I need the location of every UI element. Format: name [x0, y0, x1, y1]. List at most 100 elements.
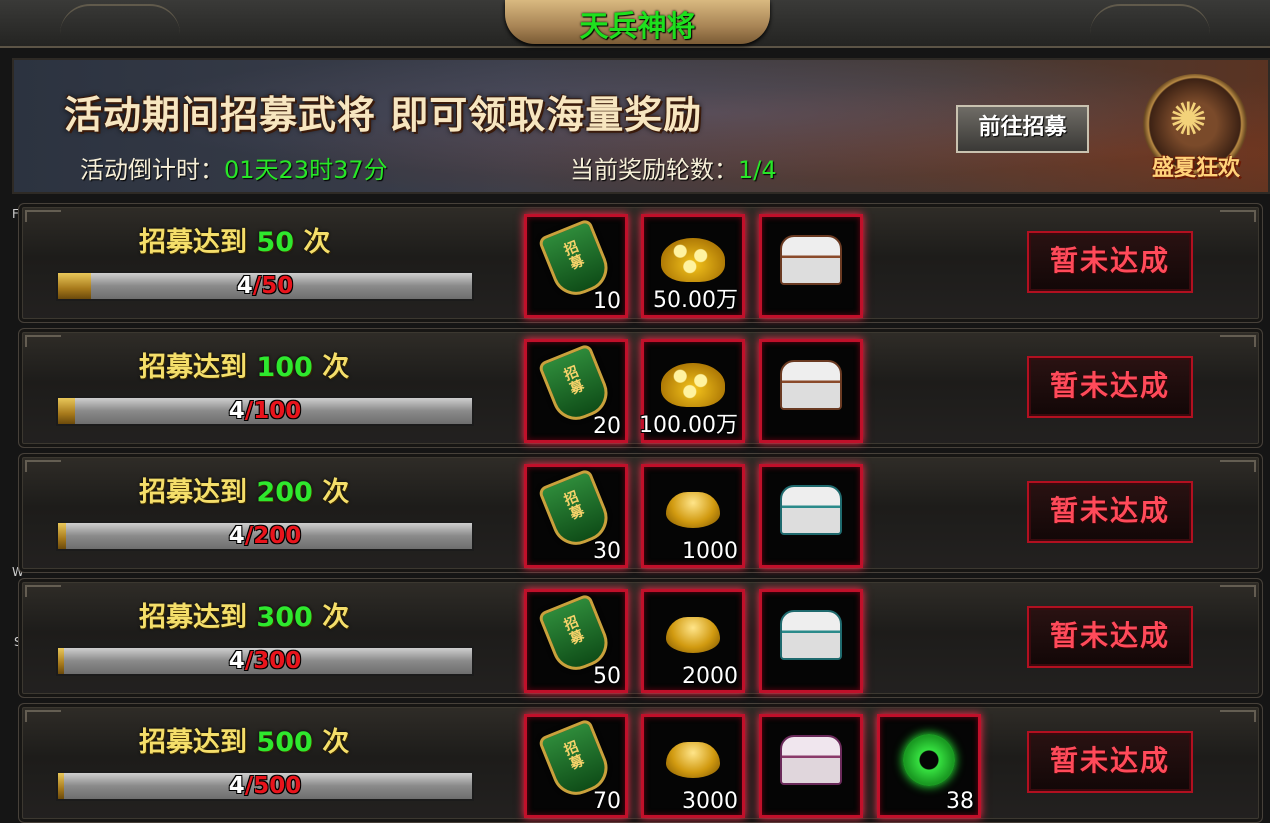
goal-count: 500: [256, 727, 313, 758]
gold-ingot-icon: [666, 617, 720, 654]
goal-suffix: 次: [322, 727, 350, 758]
claim-status-button[interactable]: 暂未达成: [1027, 356, 1193, 418]
progress-current: 4: [228, 773, 245, 799]
reward-quantity: 2000: [682, 664, 738, 689]
progress-bar: 4/50: [56, 271, 474, 301]
reward-quantity: 100.00万: [639, 413, 738, 438]
reward-quantity: 30: [593, 539, 621, 564]
goal-suffix: 次: [322, 477, 350, 508]
chest-icon: [780, 235, 842, 286]
goal-prefix: 招募达到: [139, 352, 247, 383]
title-bar: 天兵神将: [0, 0, 1270, 48]
claim-status-button[interactable]: 暂未达成: [1027, 231, 1193, 293]
progress-text: 4/200: [58, 523, 472, 549]
claim-status-button[interactable]: 暂未达成: [1027, 731, 1193, 793]
reward-quantity: 1000: [682, 539, 738, 564]
reward-quantity: 10: [593, 289, 621, 314]
chest-icon: [780, 485, 842, 536]
progress-target: 100: [253, 398, 302, 424]
goal-label: 招募达到 300 次: [139, 595, 439, 634]
reward-row: 招募达到 100 次 4/100 招募 20 100.00万 暂未达成: [18, 328, 1263, 448]
countdown-label: 活动倒计时：: [80, 156, 224, 184]
banner-headline: 活动期间招募武将 即可领取海量奖励: [64, 92, 703, 137]
goal-label: 招募达到 50 次: [139, 220, 439, 259]
title-ornament-left: [60, 4, 180, 42]
goal-prefix: 招募达到: [139, 227, 247, 258]
claim-status-button[interactable]: 暂未达成: [1027, 606, 1193, 668]
progress-current: 4: [228, 398, 245, 424]
progress-current: 4: [236, 273, 253, 299]
goal-suffix: 次: [303, 227, 331, 258]
gold-ingot-icon: [666, 742, 720, 779]
goal-suffix: 次: [322, 352, 350, 383]
progress-separator: /: [244, 523, 254, 549]
reward-slot[interactable]: 招募 30: [524, 464, 628, 568]
goal-count: 300: [256, 602, 313, 633]
progress-current: 4: [228, 523, 245, 549]
progress-separator: /: [244, 398, 254, 424]
reward-slot[interactable]: 招募 50: [524, 589, 628, 693]
reward-slot[interactable]: [759, 714, 863, 818]
progress-text: 4/50: [58, 273, 472, 299]
round-value: 1/4: [738, 156, 777, 184]
gold-ingot-icon: [666, 492, 720, 529]
goal-label: 招募达到 500 次: [139, 720, 439, 759]
reward-quantity: 50.00万: [653, 288, 738, 313]
goto-recruit-button[interactable]: 前往招募: [956, 105, 1089, 153]
goal-prefix: 招募达到: [139, 602, 247, 633]
progress-separator: /: [252, 273, 262, 299]
goal-prefix: 招募达到: [139, 727, 247, 758]
progress-bar: 4/300: [56, 646, 474, 676]
reward-slot[interactable]: 38: [877, 714, 981, 818]
jade-pendant-icon: [903, 734, 955, 787]
event-emblem-label: 盛夏狂欢: [1151, 155, 1240, 181]
chest-icon: [780, 735, 842, 786]
reward-slot[interactable]: [759, 589, 863, 693]
reward-slot[interactable]: 3000: [641, 714, 745, 818]
progress-text: 4/500: [58, 773, 472, 799]
goal-label: 招募达到 200 次: [139, 470, 439, 509]
reward-quantity: 3000: [682, 789, 738, 814]
goal-count: 200: [256, 477, 313, 508]
reward-slot[interactable]: 100.00万: [639, 339, 745, 443]
claim-status-button[interactable]: 暂未达成: [1027, 481, 1193, 543]
reward-round: 当前奖励轮数：1/4: [570, 150, 777, 185]
progress-target: 300: [253, 648, 302, 674]
reward-row: 招募达到 50 次 4/50 招募 10 50.00万 暂未达成: [18, 203, 1263, 323]
reward-slot[interactable]: [759, 214, 863, 318]
reward-slot[interactable]: 招募 20: [524, 339, 628, 443]
reward-slot[interactable]: 1000: [641, 464, 745, 568]
progress-target: 200: [253, 523, 302, 549]
progress-separator: /: [244, 648, 254, 674]
progress-separator: /: [244, 773, 254, 799]
goal-count: 50: [256, 227, 294, 258]
progress-target: 500: [253, 773, 302, 799]
countdown-value: 01天23时37分: [224, 156, 388, 184]
reward-quantity: 38: [946, 789, 974, 814]
reward-quantity: 50: [593, 664, 621, 689]
reward-row: 招募达到 500 次 4/500 招募 70 3000 38 暂未达成: [18, 703, 1263, 823]
reward-slot[interactable]: [759, 339, 863, 443]
progress-current: 4: [228, 648, 245, 674]
gold-coins-icon: [661, 363, 725, 408]
chest-icon: [780, 360, 842, 411]
progress-bar: 4/500: [56, 771, 474, 801]
reward-quantity: 70: [593, 789, 621, 814]
reward-slot[interactable]: 2000: [641, 589, 745, 693]
progress-bar: 4/200: [56, 521, 474, 551]
title-plate: 天兵神将: [505, 0, 770, 44]
progress-text: 4/100: [58, 398, 472, 424]
reward-quantity: 20: [593, 414, 621, 439]
progress-bar: 4/100: [56, 396, 474, 426]
countdown: 活动倒计时：01天23时37分: [80, 150, 388, 185]
window-title: 天兵神将: [579, 9, 696, 43]
title-ornament-right: [1090, 4, 1210, 42]
chest-icon: [780, 610, 842, 661]
reward-row: 招募达到 200 次 4/200 招募 30 1000 暂未达成: [18, 453, 1263, 573]
reward-slot[interactable]: 招募 70: [524, 714, 628, 818]
reward-slot[interactable]: 50.00万: [641, 214, 745, 318]
reward-slot[interactable]: 招募 10: [524, 214, 628, 318]
reward-slot[interactable]: [759, 464, 863, 568]
progress-target: 50: [261, 273, 294, 299]
gold-coins-icon: [661, 238, 725, 283]
